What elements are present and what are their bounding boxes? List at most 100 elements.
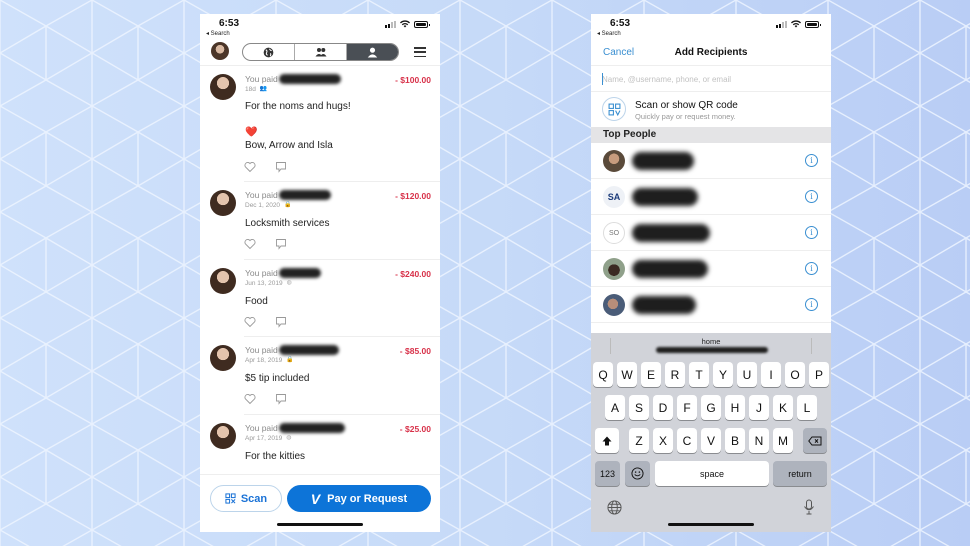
key-h[interactable]: H [725, 395, 745, 420]
key-k[interactable]: K [773, 395, 793, 420]
note-line: For the noms and hugs! [245, 101, 351, 112]
info-icon[interactable]: i [805, 226, 818, 239]
note-line [245, 113, 351, 126]
comment-icon[interactable] [275, 393, 287, 405]
autofill-suggestion-bar[interactable]: home [591, 333, 831, 359]
key-z[interactable]: Z [629, 428, 649, 453]
return-key[interactable]: return [773, 461, 827, 486]
story-title: You paid [245, 345, 278, 355]
key-j[interactable]: J [749, 395, 769, 420]
story-title: You paid [245, 190, 278, 200]
feed-story[interactable]: You paid - $120.00 Dec 1, 2020 🔒 Locksmit… [210, 182, 440, 260]
feed-header [200, 40, 440, 66]
home-indicator[interactable] [277, 523, 363, 526]
recipient-search-input[interactable] [602, 72, 817, 86]
key-y[interactable]: Y [713, 362, 733, 387]
pay-or-request-label: Pay or Request [327, 492, 408, 505]
comment-icon[interactable] [275, 161, 287, 173]
hamburger-menu-icon[interactable] [414, 47, 426, 57]
my-avatar[interactable] [211, 42, 229, 60]
shift-key[interactable] [595, 428, 619, 453]
page-title: Add Recipients [674, 47, 748, 58]
person-icon [367, 47, 378, 58]
heart-emoji: ❤️ [245, 127, 258, 138]
qr-code-icon [225, 493, 236, 504]
transaction-feed: You paid - $100.00 18d 👥 For the noms and… [200, 66, 440, 493]
note-line: Bow, Arrow and Isla [245, 140, 333, 151]
emoji-key[interactable] [625, 461, 650, 486]
story-amount: - $240.00 [395, 269, 431, 279]
person-row[interactable]: i [591, 143, 831, 179]
tab-friends[interactable] [295, 44, 347, 60]
like-heart-icon[interactable] [244, 316, 256, 328]
tab-mine[interactable] [347, 44, 398, 60]
key-v[interactable]: V [701, 428, 721, 453]
key-t[interactable]: T [689, 362, 709, 387]
key-w[interactable]: W [617, 362, 637, 387]
friends-icon [315, 48, 326, 57]
feed-story[interactable]: You paid - $85.00 Apr 18, 2019 🔒 $5 tip i… [210, 337, 440, 415]
add-recipients-screen: 6:53 ◂ Search Cancel Add Recipients Scan… [591, 14, 831, 532]
wifi-icon [400, 20, 410, 28]
key-a[interactable]: A [605, 395, 625, 420]
status-bar: 6:53 ◂ Search [591, 14, 831, 40]
key-q[interactable]: Q [593, 362, 613, 387]
space-key[interactable]: space [655, 461, 769, 486]
story-date: Dec 1, 2020 [245, 202, 281, 209]
lock-icon: 🔒 [284, 202, 292, 208]
comment-icon[interactable] [275, 316, 287, 328]
status-time: 6:53 [219, 18, 240, 29]
delete-key[interactable] [803, 428, 827, 453]
key-g[interactable]: G [701, 395, 721, 420]
recipient-search [591, 65, 831, 92]
key-d[interactable]: D [653, 395, 673, 420]
pay-or-request-button[interactable]: V Pay or Request [287, 485, 431, 512]
key-s[interactable]: S [629, 395, 649, 420]
back-to-search-link[interactable]: ◂ Search [597, 30, 621, 37]
microphone-icon[interactable] [803, 499, 815, 515]
redacted-recipient [279, 423, 345, 433]
like-heart-icon[interactable] [244, 238, 256, 250]
info-icon[interactable]: i [805, 262, 818, 275]
key-b[interactable]: B [725, 428, 745, 453]
key-f[interactable]: F [677, 395, 697, 420]
like-heart-icon[interactable] [244, 393, 256, 405]
recipients-header: Cancel Add Recipients [591, 40, 831, 65]
key-n[interactable]: N [749, 428, 769, 453]
story-note: Locksmith services [245, 218, 330, 229]
key-x[interactable]: X [653, 428, 673, 453]
back-to-search-link[interactable]: ◂ Search [206, 30, 230, 37]
globe-keyboard-icon[interactable] [607, 500, 622, 515]
home-indicator[interactable] [668, 523, 754, 526]
feed-story[interactable]: You paid - $100.00 18d 👥 For the noms and… [210, 66, 440, 182]
comment-icon[interactable] [275, 238, 287, 250]
person-row[interactable]: SO i [591, 215, 831, 251]
redacted-recipient [279, 268, 321, 278]
redacted-name [632, 224, 710, 242]
redacted-name [632, 260, 708, 278]
key-l[interactable]: L [797, 395, 817, 420]
key-p[interactable]: P [809, 362, 829, 387]
numbers-key[interactable]: 123 [595, 461, 620, 486]
key-i[interactable]: I [761, 362, 781, 387]
key-m[interactable]: M [773, 428, 793, 453]
info-icon[interactable]: i [805, 154, 818, 167]
person-avatar: SA [603, 186, 625, 208]
like-heart-icon[interactable] [244, 161, 256, 173]
tab-public[interactable] [243, 44, 295, 60]
feed-story[interactable]: You paid - $240.00 Jun 13, 2019 ◍ Food [210, 260, 440, 337]
key-e[interactable]: E [641, 362, 661, 387]
key-r[interactable]: R [665, 362, 685, 387]
person-row[interactable]: i [591, 251, 831, 287]
key-u[interactable]: U [737, 362, 757, 387]
person-row[interactable]: i [591, 287, 831, 323]
key-c[interactable]: C [677, 428, 697, 453]
scan-button[interactable]: Scan [210, 485, 282, 512]
battery-icon [805, 20, 821, 28]
scan-qr-row[interactable]: Scan or show QR code Quickly pay or requ… [591, 92, 831, 127]
info-icon[interactable]: i [805, 190, 818, 203]
info-icon[interactable]: i [805, 298, 818, 311]
person-row[interactable]: SA i [591, 179, 831, 215]
key-o[interactable]: O [785, 362, 805, 387]
feed-segmented-control [242, 43, 399, 61]
